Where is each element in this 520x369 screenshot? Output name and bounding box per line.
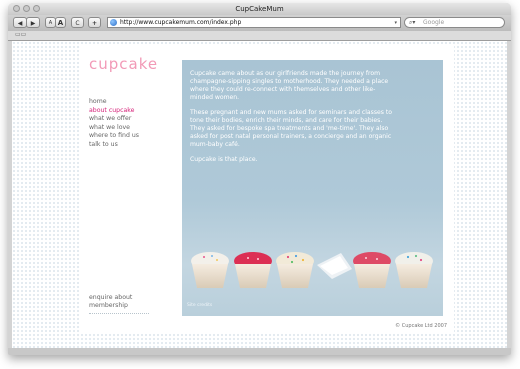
- enquire-membership-link[interactable]: enquire about membership: [89, 294, 132, 310]
- url-dropdown-icon[interactable]: ▾: [394, 18, 397, 28]
- site-nav: home about cupcake what we offer what we…: [89, 98, 139, 150]
- window-bottom-bar: [8, 348, 511, 355]
- dotted-divider: [89, 313, 149, 314]
- cupcake-3: [276, 252, 314, 288]
- reload-icon: C: [75, 20, 80, 27]
- title-bar: CupCakeMum: [8, 3, 511, 15]
- cupcake-2: [234, 252, 272, 288]
- site-credits-link[interactable]: Site credits: [187, 303, 212, 308]
- window-title: CupCakeMum: [235, 5, 284, 13]
- cupcake-1: [191, 252, 229, 288]
- forward-button[interactable]: ▶: [26, 17, 40, 28]
- nav-what-we-love[interactable]: what we love: [89, 124, 139, 133]
- nav-home[interactable]: home: [89, 98, 139, 107]
- nav-where-to-find-us[interactable]: where to find us: [89, 132, 139, 141]
- cupcakes-illustration: [191, 252, 433, 288]
- nav-about-cupcake[interactable]: about cupcake: [89, 107, 139, 116]
- search-field[interactable]: ⌕▾ Google: [404, 17, 505, 28]
- site-page: cupcake home about cupcake what we offer…: [79, 45, 454, 333]
- nav-talk-to-us[interactable]: talk to us: [89, 141, 139, 150]
- copyright-notice: © Cupcake Ltd 2007: [395, 323, 447, 329]
- zoom-window-button[interactable]: [33, 5, 40, 12]
- globe-icon: [110, 19, 117, 26]
- close-window-button[interactable]: [13, 5, 20, 12]
- back-icon: ◀: [17, 20, 23, 27]
- address-bar[interactable]: http://www.cupcakemum.com/index.php ▾: [107, 17, 401, 28]
- bookmarks-bar: ▭▭: [8, 31, 511, 41]
- browser-window: CupCakeMum ◀ ▶ A A C + http://www.cupcak…: [8, 3, 511, 355]
- add-bookmark-button[interactable]: +: [88, 17, 101, 28]
- empty-cupcake-case: [317, 253, 352, 279]
- browser-toolbar: ◀ ▶ A A C + http://www.cupcakemum.com/in…: [8, 15, 511, 31]
- search-icon: ⌕▾: [409, 19, 416, 26]
- book-icon[interactable]: ▭▭: [15, 32, 26, 38]
- search-placeholder: Google: [423, 19, 445, 26]
- minimize-window-button[interactable]: [23, 5, 30, 12]
- text-bigger-button[interactable]: A: [55, 17, 66, 28]
- back-button[interactable]: ◀: [13, 17, 27, 28]
- plus-icon: +: [91, 20, 98, 27]
- url-text: http://www.cupcakemum.com/index.php: [120, 19, 242, 26]
- cupcake-5: [395, 252, 433, 288]
- nav-what-we-offer[interactable]: what we offer: [89, 115, 139, 124]
- cupcake-4: [353, 252, 391, 288]
- page-viewport: cupcake home about cupcake what we offer…: [12, 41, 507, 348]
- hero-photo: Cupcake came about as our girlfriends ma…: [182, 60, 443, 316]
- forward-icon: ▶: [30, 20, 36, 27]
- reload-button[interactable]: C: [71, 17, 84, 28]
- site-logo[interactable]: cupcake: [89, 55, 158, 73]
